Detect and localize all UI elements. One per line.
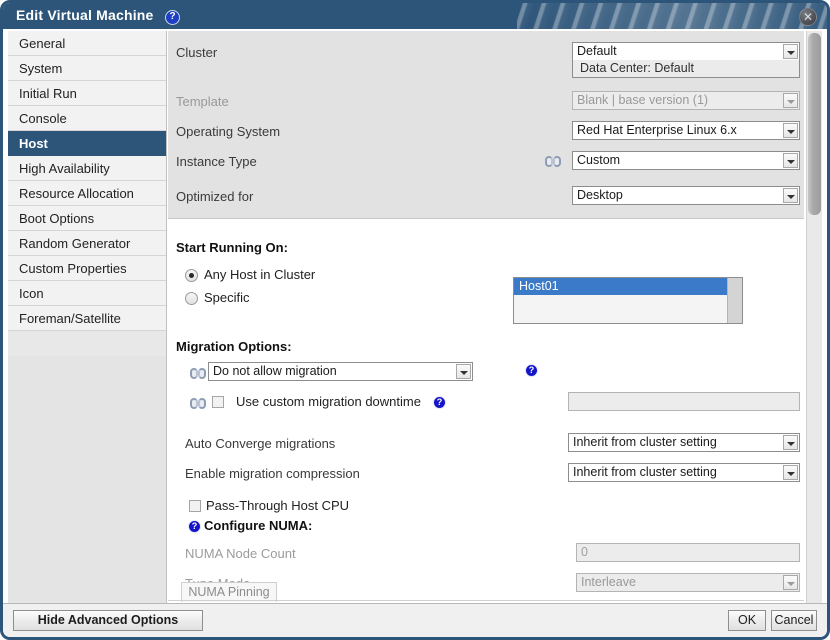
optimized-for-label: Optimized for (176, 189, 254, 204)
host-settings-pane: Cluster Default Data Center: Default Tem… (168, 31, 822, 605)
content-scrollbar-thumb[interactable] (808, 33, 821, 215)
sidebar-item-console[interactable]: Console (8, 106, 166, 131)
instance-type-select[interactable]: Custom (572, 151, 800, 170)
specific-host-list[interactable]: Host01 (513, 277, 743, 324)
dialog-title: Edit Virtual Machine (16, 7, 154, 23)
sidebar-item-system[interactable]: System (8, 56, 166, 81)
cluster-label: Cluster (176, 45, 218, 60)
dialog-footer: Hide Advanced Options OK Cancel (3, 603, 827, 637)
ok-button[interactable]: OK (728, 610, 766, 631)
sidebar-item-host[interactable]: Host (8, 131, 166, 156)
dialog-titlebar: Edit Virtual Machine ? ✕ (3, 3, 827, 29)
chevron-down-icon (783, 153, 798, 168)
radio-any-host-in-cluster-label[interactable]: Any Host in Cluster (204, 267, 315, 282)
chevron-down-icon (456, 364, 471, 379)
vm-properties-panel: Cluster Default Data Center: Default Tem… (168, 31, 804, 219)
help-question-icon[interactable]: ? (188, 520, 201, 533)
operating-system-label: Operating System (176, 124, 281, 139)
broken-chain-link-icon[interactable] (190, 398, 206, 409)
sidebar-item-initial-run[interactable]: Initial Run (8, 81, 166, 106)
auto-converge-label: Auto Converge migrations (185, 436, 336, 451)
chevron-down-icon (783, 188, 798, 203)
chevron-down-icon (783, 44, 798, 59)
numa-pinning-button[interactable]: NUMA Pinning (181, 582, 277, 602)
radio-specific-host[interactable] (185, 292, 198, 305)
cluster-select[interactable]: Default (572, 42, 800, 61)
custom-migration-downtime-input[interactable] (568, 392, 800, 411)
migration-mode-select[interactable]: Do not allow migration (208, 362, 473, 381)
migration-options-heading: Migration Options: (176, 339, 292, 354)
chevron-down-icon (783, 575, 798, 590)
broken-chain-link-icon[interactable] (190, 368, 206, 379)
template-label: Template (176, 94, 229, 109)
migration-compression-label: Enable migration compression (185, 466, 360, 481)
sidebar-item-random-generator[interactable]: Random Generator (8, 231, 166, 256)
hide-advanced-options-button[interactable]: Hide Advanced Options (13, 610, 203, 631)
sidebar-item-foreman-satellite[interactable]: Foreman/Satellite (8, 306, 166, 331)
cancel-button[interactable]: Cancel (771, 610, 817, 631)
host-list-scrollbar[interactable] (727, 278, 742, 323)
numa-node-count-label: NUMA Node Count (185, 546, 296, 561)
dialog-sidebar: General System Initial Run Console Host … (8, 31, 167, 605)
pass-through-host-cpu-label[interactable]: Pass-Through Host CPU (206, 498, 349, 513)
sidebar-empty-area (8, 356, 166, 605)
pass-through-host-cpu-checkbox[interactable] (189, 500, 201, 512)
cluster-data-center-label: Data Center: Default (572, 60, 800, 78)
sidebar-item-boot-options[interactable]: Boot Options (8, 206, 166, 231)
instance-type-label: Instance Type (176, 154, 257, 169)
sidebar-item-resource-allocation[interactable]: Resource Allocation (8, 181, 166, 206)
tune-mode-select: Interleave (576, 573, 800, 592)
sidebar-item-custom-properties[interactable]: Custom Properties (8, 256, 166, 281)
close-icon[interactable]: ✕ (799, 8, 817, 26)
content-scrollbar[interactable] (806, 31, 822, 605)
chevron-down-icon (783, 123, 798, 138)
help-question-icon[interactable]: ? (165, 10, 180, 25)
chevron-down-icon (783, 465, 798, 480)
use-custom-migration-downtime-label[interactable]: Use custom migration downtime (236, 394, 421, 409)
auto-converge-select[interactable]: Inherit from cluster setting (568, 433, 800, 452)
help-question-icon[interactable]: ? (433, 396, 446, 409)
configure-numa-heading: Configure NUMA: (204, 518, 313, 533)
template-select: Blank | base version (1) (572, 91, 800, 110)
sidebar-item-icon[interactable]: Icon (8, 281, 166, 306)
chevron-down-icon (783, 93, 798, 108)
optimized-for-select[interactable]: Desktop (572, 186, 800, 205)
radio-specific-host-label[interactable]: Specific (204, 290, 250, 305)
edit-virtual-machine-dialog: Edit Virtual Machine ? ✕ General System … (0, 0, 830, 640)
dialog-body: General System Initial Run Console Host … (3, 29, 827, 607)
numa-node-count-input: 0 (576, 543, 800, 562)
broken-chain-link-icon[interactable] (545, 156, 561, 167)
sidebar-item-general[interactable]: General (8, 31, 166, 56)
use-custom-migration-downtime-checkbox[interactable] (212, 396, 224, 408)
start-running-on-heading: Start Running On: (176, 240, 288, 255)
radio-any-host-in-cluster[interactable] (185, 269, 198, 282)
help-question-icon[interactable]: ? (525, 364, 538, 377)
section-bottom-divider (168, 600, 804, 601)
operating-system-select[interactable]: Red Hat Enterprise Linux 6.x (572, 121, 800, 140)
migration-compression-select[interactable]: Inherit from cluster setting (568, 463, 800, 482)
chevron-down-icon (783, 435, 798, 450)
list-item[interactable]: Host01 (514, 278, 742, 295)
sidebar-item-high-availability[interactable]: High Availability (8, 156, 166, 181)
host-scroll-section: Start Running On: Any Host in Cluster Sp… (168, 220, 804, 605)
titlebar-gloss-decoration (517, 3, 827, 29)
